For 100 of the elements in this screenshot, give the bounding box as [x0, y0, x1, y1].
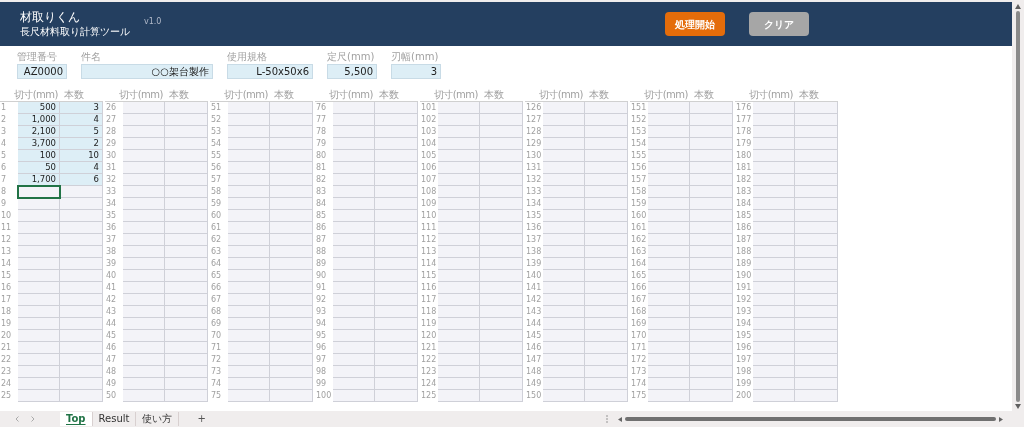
table-cell[interactable] [228, 246, 270, 258]
table-cell[interactable] [438, 258, 480, 270]
table-cell[interactable] [165, 174, 208, 186]
table-cell[interactable]: 500 [18, 102, 60, 114]
table-cell[interactable] [690, 306, 733, 318]
table-cell[interactable] [333, 114, 375, 126]
table-cell[interactable] [480, 258, 523, 270]
table-cell[interactable] [165, 138, 208, 150]
table-cell[interactable] [228, 330, 270, 342]
table-cell[interactable] [480, 354, 523, 366]
table-cell[interactable] [18, 222, 60, 234]
table-cell[interactable] [375, 366, 418, 378]
table-cell[interactable] [123, 306, 165, 318]
table-cell[interactable] [165, 282, 208, 294]
table-cell[interactable] [165, 150, 208, 162]
table-cell[interactable] [375, 210, 418, 222]
table-cell[interactable] [123, 282, 165, 294]
table-cell[interactable] [333, 270, 375, 282]
table-cell[interactable] [228, 126, 270, 138]
table-cell[interactable] [480, 378, 523, 390]
scroll-up-icon[interactable] [1015, 4, 1021, 9]
table-cell[interactable] [375, 102, 418, 114]
table-cell[interactable] [18, 378, 60, 390]
table-cell[interactable] [648, 138, 690, 150]
table-cell[interactable] [165, 306, 208, 318]
table-cell[interactable] [753, 150, 795, 162]
table-cell[interactable] [270, 258, 313, 270]
table-cell[interactable] [165, 258, 208, 270]
table-cell[interactable] [543, 126, 585, 138]
table-cell[interactable] [438, 174, 480, 186]
table-cell[interactable] [228, 222, 270, 234]
table-cell[interactable] [480, 126, 523, 138]
table-cell[interactable] [375, 138, 418, 150]
table-cell[interactable] [795, 318, 838, 330]
table-cell[interactable] [165, 354, 208, 366]
table-cell[interactable] [375, 174, 418, 186]
table-cell[interactable] [438, 114, 480, 126]
table-cell[interactable] [228, 294, 270, 306]
table-cell[interactable]: 1,700 [18, 174, 60, 186]
table-cell[interactable] [480, 246, 523, 258]
table-cell[interactable] [18, 330, 60, 342]
table-cell[interactable] [438, 354, 480, 366]
table-cell[interactable] [228, 138, 270, 150]
table-cell[interactable] [60, 234, 103, 246]
table-cell[interactable] [795, 390, 838, 402]
sheet-tab[interactable]: Result [92, 412, 137, 426]
table-cell[interactable] [753, 390, 795, 402]
table-cell[interactable] [690, 366, 733, 378]
table-cell[interactable] [753, 162, 795, 174]
table-cell[interactable] [480, 366, 523, 378]
table-cell[interactable] [690, 210, 733, 222]
table-cell[interactable] [648, 318, 690, 330]
table-cell[interactable] [543, 102, 585, 114]
table-cell[interactable] [585, 342, 628, 354]
table-cell[interactable] [753, 186, 795, 198]
table-cell[interactable] [543, 390, 585, 402]
table-cell[interactable] [333, 186, 375, 198]
table-cell[interactable] [123, 186, 165, 198]
table-cell[interactable] [333, 318, 375, 330]
table-cell[interactable] [228, 150, 270, 162]
table-cell[interactable] [60, 198, 103, 210]
scroll-right-icon[interactable] [998, 416, 1003, 422]
table-cell[interactable] [165, 294, 208, 306]
table-cell[interactable] [585, 150, 628, 162]
table-cell[interactable] [543, 222, 585, 234]
table-cell[interactable] [753, 330, 795, 342]
table-cell[interactable] [585, 270, 628, 282]
input-field[interactable]: 3 [391, 64, 441, 79]
table-cell[interactable] [480, 198, 523, 210]
table-cell[interactable]: 1,000 [18, 114, 60, 126]
table-cell[interactable] [690, 150, 733, 162]
table-cell[interactable] [165, 246, 208, 258]
table-cell[interactable] [60, 246, 103, 258]
table-cell[interactable] [543, 162, 585, 174]
table-cell[interactable] [270, 246, 313, 258]
table-cell[interactable] [333, 246, 375, 258]
table-cell[interactable] [753, 126, 795, 138]
table-cell[interactable] [60, 258, 103, 270]
table-cell[interactable] [543, 270, 585, 282]
table-cell[interactable] [228, 390, 270, 402]
table-cell[interactable] [438, 126, 480, 138]
table-cell[interactable] [333, 390, 375, 402]
table-cell[interactable] [795, 246, 838, 258]
table-cell[interactable] [543, 354, 585, 366]
table-cell[interactable] [270, 330, 313, 342]
table-cell[interactable] [585, 186, 628, 198]
table-cell[interactable] [795, 126, 838, 138]
table-cell[interactable] [753, 342, 795, 354]
table-cell[interactable] [333, 258, 375, 270]
table-cell[interactable] [60, 282, 103, 294]
table-cell[interactable] [333, 150, 375, 162]
table-cell[interactable] [270, 198, 313, 210]
table-cell[interactable] [585, 198, 628, 210]
table-cell[interactable]: 50 [18, 162, 60, 174]
table-cell[interactable] [795, 150, 838, 162]
table-cell[interactable] [123, 138, 165, 150]
table-cell[interactable] [690, 378, 733, 390]
table-cell[interactable] [123, 150, 165, 162]
table-cell[interactable] [438, 342, 480, 354]
table-cell[interactable] [18, 366, 60, 378]
